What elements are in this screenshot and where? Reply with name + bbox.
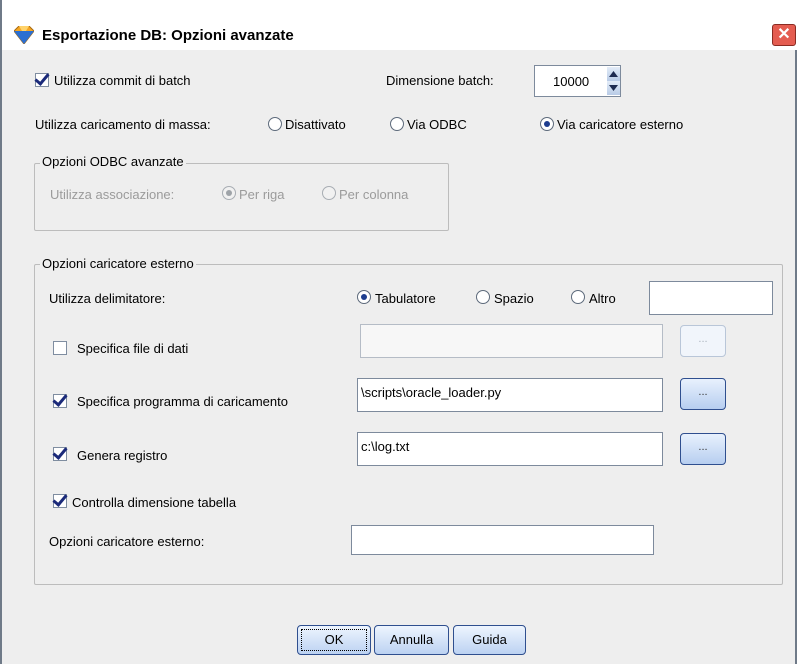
diamond-app-icon	[14, 26, 34, 44]
delimiter-other-radio[interactable]	[571, 290, 585, 304]
data-file-field[interactable]	[360, 324, 663, 358]
bulk-option-odbc-radio[interactable]	[390, 117, 404, 131]
log-file-browse-button[interactable]: ...	[680, 433, 726, 465]
delimiter-label: Utilizza delimitatore:	[49, 291, 166, 306]
loader-options-field[interactable]	[351, 525, 654, 555]
generate-log-label: Genera registro	[77, 448, 168, 463]
dialog-window: Esportazione DB: Opzioni avanzate ✕ Util…	[0, 0, 797, 664]
delimiter-tab-radio[interactable]	[357, 290, 371, 304]
ok-button[interactable]: OK	[297, 625, 371, 655]
batch-commit-checkbox[interactable]	[35, 73, 49, 87]
log-file-field[interactable]: c:\log.txt	[357, 432, 663, 466]
binding-per-row-label: Per riga	[239, 187, 285, 202]
loader-program-checkbox[interactable]	[53, 394, 67, 408]
title-bar[interactable]: Esportazione DB: Opzioni avanzate ✕	[2, 0, 797, 50]
delimiter-space-radio[interactable]	[476, 290, 490, 304]
binding-per-column-label: Per colonna	[339, 187, 409, 202]
bulk-option-off-radio[interactable]	[268, 117, 282, 131]
loader-program-browse-button[interactable]: ...	[680, 378, 726, 410]
bulk-option-odbc-label: Via ODBC	[407, 117, 467, 132]
delimiter-other-field[interactable]	[649, 281, 773, 315]
check-table-size-checkbox[interactable]	[53, 494, 67, 508]
batch-size-label: Dimensione batch:	[386, 73, 494, 88]
close-icon[interactable]: ✕	[772, 24, 796, 46]
generate-log-checkbox[interactable]	[53, 447, 67, 461]
binding-per-column-radio[interactable]	[322, 186, 336, 200]
bulk-load-label: Utilizza caricamento di massa:	[35, 117, 211, 132]
odbc-binding-label: Utilizza associazione:	[50, 187, 175, 202]
binding-per-row-radio[interactable]	[222, 186, 236, 200]
data-file-browse-button[interactable]: ...	[680, 325, 726, 357]
bulk-option-external-radio[interactable]	[540, 117, 554, 131]
data-file-label: Specifica file di dati	[77, 341, 189, 356]
delimiter-space-label: Spazio	[494, 291, 534, 306]
cancel-button[interactable]: Annulla	[374, 625, 449, 655]
bulk-option-external-label: Via caricatore esterno	[557, 117, 684, 132]
batch-size-value: 10000	[553, 74, 590, 89]
batch-size-spinner[interactable]: 10000	[534, 65, 621, 97]
check-table-size-label: Controlla dimensione tabella	[72, 495, 237, 510]
spinner-down-icon[interactable]	[607, 81, 620, 95]
bulk-option-off-label: Disattivato	[285, 117, 346, 132]
loader-program-field[interactable]: \scripts\oracle_loader.py	[357, 378, 663, 412]
delimiter-tab-label: Tabulatore	[375, 291, 436, 306]
loader-program-label: Specifica programma di caricamento	[77, 394, 288, 409]
batch-commit-label: Utilizza commit di batch	[54, 73, 191, 88]
external-loader-group-title: Opzioni caricatore esterno	[40, 256, 196, 271]
odbc-group-title: Opzioni ODBC avanzate	[40, 154, 186, 169]
dialog-body: Utilizza commit di batch Dimensione batc…	[12, 53, 789, 664]
help-button[interactable]: Guida	[453, 625, 526, 655]
loader-options-label: Opzioni caricatore esterno:	[49, 534, 205, 549]
delimiter-other-label: Altro	[589, 291, 616, 306]
data-file-checkbox[interactable]	[53, 341, 67, 355]
window-title: Esportazione DB: Opzioni avanzate	[42, 27, 294, 44]
spinner-up-icon[interactable]	[607, 67, 620, 81]
